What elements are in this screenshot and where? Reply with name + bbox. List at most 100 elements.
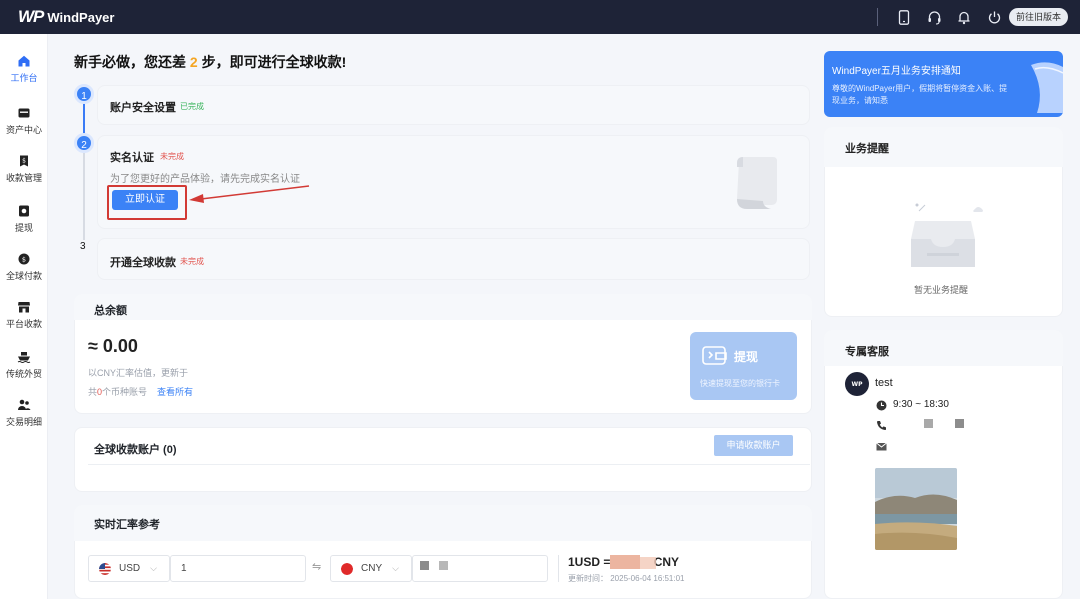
logo[interactable]: WP WindPayer (18, 7, 114, 27)
global-pay-icon: $ (18, 253, 30, 265)
ship-icon (17, 352, 31, 363)
svg-text:$: $ (22, 255, 26, 263)
withdraw-icon (19, 205, 29, 217)
sidebar-item-trade[interactable]: 传统外贸 (0, 350, 48, 394)
wallet-icon (702, 346, 727, 365)
amount-input[interactable]: 1 (170, 555, 306, 582)
page-title: 新手必做，您还差 2 步，即可进行全球收款! (74, 52, 346, 72)
exchange-title: 实时汇率参考 (94, 519, 160, 531)
divider (877, 8, 878, 26)
mobile-icon[interactable] (896, 9, 912, 25)
step-1-number: 1 (74, 84, 94, 104)
title-suffix: 步，即可进行全球收款! (197, 54, 347, 70)
store-icon (18, 302, 30, 313)
global-accounts-title: 全球收款账户 (0) (94, 444, 177, 456)
reminders-title: 业务提醒 (845, 143, 889, 155)
receive-icon: $ (20, 155, 28, 167)
annotation-highlight-box (107, 185, 187, 220)
sidebar-item-withdraw[interactable]: 提现 (0, 204, 48, 248)
swap-icon[interactable]: ⇋ (312, 560, 321, 573)
global-accounts-card (74, 427, 812, 492)
notice-illustration (1031, 62, 1063, 113)
withdraw-title: 提现 (734, 350, 759, 364)
balance-value: ≈ 0.00 (88, 336, 138, 356)
headset-icon[interactable] (926, 9, 942, 25)
redacted-value (610, 555, 640, 569)
amount-value: 1 (181, 563, 187, 574)
old-version-button[interactable]: 前往旧版本 (1008, 8, 1068, 26)
svg-text:$: $ (22, 158, 26, 165)
sidebar-item-label: 全球付款 (5, 271, 42, 281)
step-title: 账户安全设置 (110, 102, 176, 114)
redacted-value (640, 557, 656, 569)
apply-account-button[interactable]: 申请收款账户 (714, 435, 793, 456)
status-badge: 未完成 (160, 152, 184, 161)
to-currency-select[interactable]: CNY ⌵ (330, 555, 412, 582)
logo-text: WindPayer (47, 9, 115, 25)
svg-text:WP: WP (851, 381, 863, 388)
cn-flag-icon (341, 562, 353, 575)
balance-card-header (74, 294, 812, 320)
redacted-value (439, 561, 448, 570)
sidebar-item-transactions[interactable]: 交易明细 (0, 398, 48, 442)
sidebar-item-platform[interactable]: 平台收款 (0, 300, 48, 344)
divider (558, 555, 559, 582)
avatar: WP (845, 372, 869, 396)
service-title: 专属客服 (845, 346, 889, 358)
step-title: 实名认证 (110, 152, 154, 164)
top-icons (877, 0, 1002, 34)
step-title: 开通全球收款 (110, 257, 176, 269)
step-2-number: 2 (74, 133, 94, 153)
remaining-steps: 2 (189, 54, 198, 70)
sidebar-item-label: 工作台 (10, 73, 38, 83)
sidebar-item-label: 平台收款 (5, 319, 42, 329)
withdraw-card[interactable]: 提现 快速提现至您的银行卡 (690, 332, 797, 400)
sidebar-item-label: 资产中心 (5, 125, 42, 135)
rate-update-time: 更新时间： 2025-06-04 16:51:01 (568, 574, 685, 583)
notice-text: 尊敬的WindPayer用户，假期将暂停资金入账、提现业务，请知悉 (832, 84, 1008, 105)
status-badge: 已完成 (180, 102, 204, 111)
service-hours: 9:30 ~ 18:30 (893, 399, 949, 410)
balance-title: 总余额 (94, 305, 127, 317)
redacted-value (924, 419, 933, 428)
rate-prefix: 1USD = (568, 555, 611, 569)
us-flag-icon (99, 562, 111, 575)
step-3-number: 3 (80, 241, 86, 252)
sidebar-item-global-pay[interactable]: $ 全球付款 (0, 252, 48, 296)
withdraw-subtitle: 快速提现至您的银行卡 (700, 379, 780, 388)
balance-note: 以CNY汇率估值，更新于 (88, 368, 189, 378)
chevron-down-icon: ⌵ (150, 563, 157, 573)
converted-amount-field[interactable] (412, 555, 548, 582)
empty-reminders-label: 暂无业务提醒 (914, 285, 969, 295)
qr-code-image (875, 468, 957, 550)
clock-icon (876, 400, 887, 411)
wallet-icon (18, 108, 30, 118)
sidebar-item-label: 提现 (14, 223, 33, 233)
mail-icon (876, 442, 887, 451)
view-all-link[interactable]: 查看所有 (157, 387, 193, 397)
sidebar-item-assets[interactable]: 资产中心 (0, 106, 48, 150)
annotation-arrow (189, 185, 310, 203)
rate-suffix: CNY (653, 555, 680, 569)
notice-title: WindPayer五月业务安排通知 (832, 66, 961, 77)
power-icon[interactable] (986, 9, 1002, 25)
sidebar-item-receipts[interactable]: $ 收款管理 (0, 154, 48, 198)
sidebar-item-label: 传统外贸 (5, 369, 42, 379)
notice-banner[interactable]: WindPayer五月业务安排通知 尊敬的WindPayer用户，假期将暂停资金… (824, 51, 1063, 117)
empty-inbox-icon (911, 203, 983, 267)
chevron-down-icon: ⌵ (392, 563, 399, 573)
redacted-value (420, 561, 429, 570)
divider (88, 464, 810, 465)
sidebar-item-label: 交易明细 (5, 417, 42, 427)
phone-icon (877, 421, 886, 430)
users-icon (18, 399, 31, 410)
bell-icon[interactable] (956, 9, 972, 25)
document-scroll-icon (737, 157, 777, 209)
sidebar-item-label: 收款管理 (5, 173, 42, 183)
exchange-card-header (74, 505, 812, 541)
status-badge: 未完成 (180, 257, 204, 266)
accounts-suffix: 个币种账号 (102, 387, 148, 397)
from-currency-select[interactable]: USD ⌵ (88, 555, 170, 582)
sidebar-item-dashboard[interactable]: 工作台 (0, 54, 48, 98)
to-currency: CNY (361, 563, 383, 574)
